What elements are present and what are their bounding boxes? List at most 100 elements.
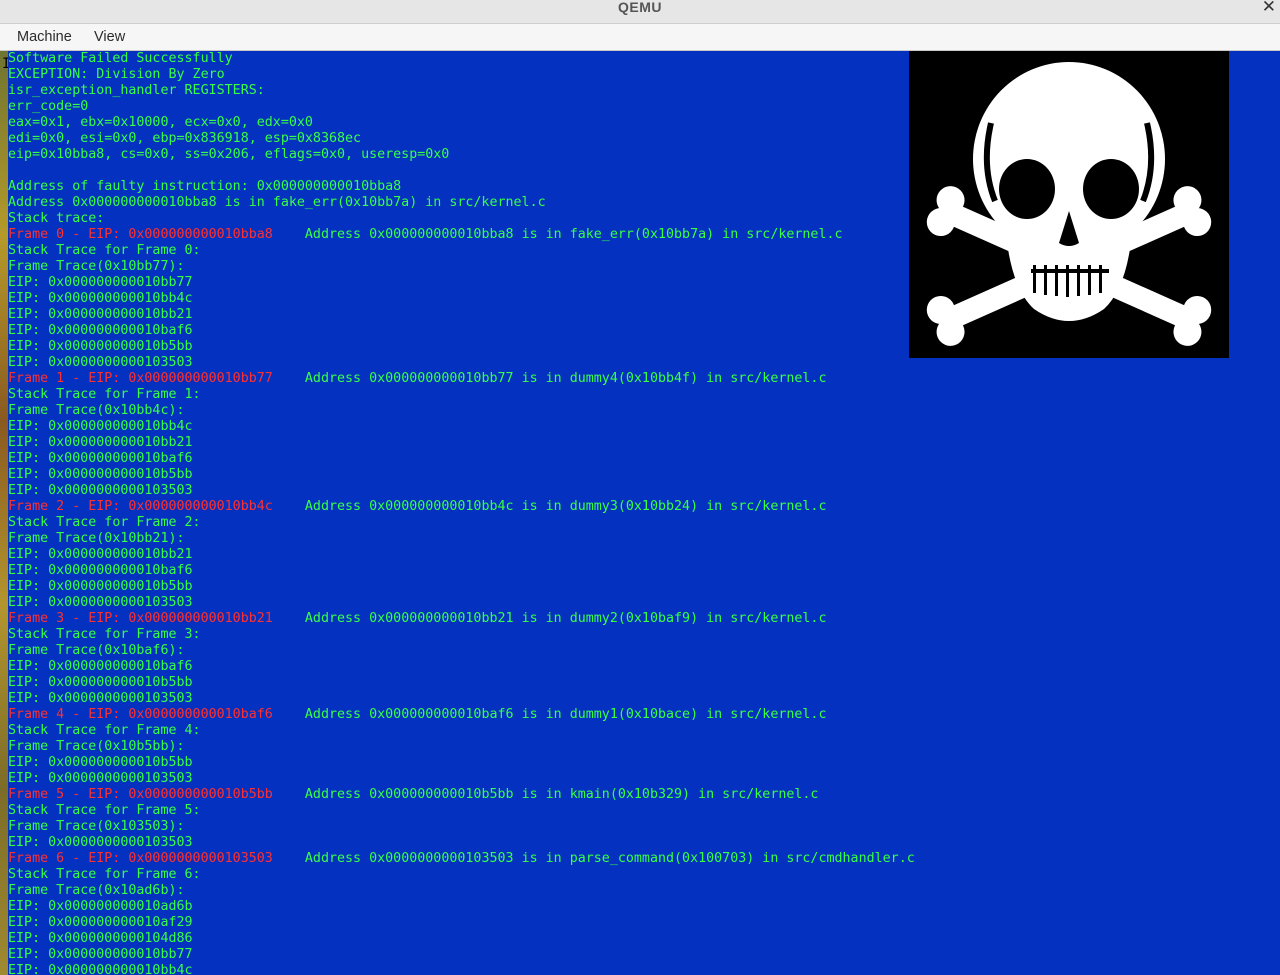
console-line: Stack Trace for Frame 1:	[8, 387, 915, 403]
console-text: Address 0x000000000010bba8 is in fake_er…	[8, 195, 546, 210]
console-text: EIP: 0x000000000010b5bb	[8, 467, 193, 482]
console-line: Frame Trace(0x10baf6):	[8, 643, 915, 659]
console-text: EXCEPTION: Division By Zero	[8, 67, 225, 82]
console-text: EIP: 0x000000000010bb77	[8, 947, 193, 962]
console-text: Stack Trace for Frame 5:	[8, 803, 201, 818]
console-line: Software Failed Successfully	[8, 51, 915, 67]
console-line: EIP: 0x000000000010bb77	[8, 947, 915, 963]
console-text: EIP: 0x000000000010baf6	[8, 451, 193, 466]
console-text: EIP: 0x000000000010bb21	[8, 435, 193, 450]
console-line: Frame Trace(0x10bb77):	[8, 259, 915, 275]
close-icon[interactable]: ✕	[1262, 0, 1276, 17]
console-text: Frame Trace(0x10b5bb):	[8, 739, 185, 754]
console-text: Stack Trace for Frame 0:	[8, 243, 201, 258]
menu-bar: Machine View	[0, 24, 1280, 51]
console-line: EXCEPTION: Division By Zero	[8, 67, 915, 83]
console-line: Stack Trace for Frame 2:	[8, 515, 915, 531]
console-line: EIP: 0x0000000000103503	[8, 771, 915, 787]
console-line: EIP: 0x000000000010bb21	[8, 307, 915, 323]
frame-line: Frame 0 - EIP: 0x000000000010bba8 Addres…	[8, 227, 915, 243]
console-line: EIP: 0x000000000010b5bb	[8, 579, 915, 595]
console-line: Stack Trace for Frame 5:	[8, 803, 915, 819]
console-line: EIP: 0x000000000010b5bb	[8, 755, 915, 771]
console-line: eax=0x1, ebx=0x10000, ecx=0x0, edx=0x0	[8, 115, 915, 131]
frame-line: Frame 6 - EIP: 0x0000000000103503 Addres…	[8, 851, 915, 867]
frame-line: Frame 4 - EIP: 0x000000000010baf6 Addres…	[8, 707, 915, 723]
console-text: EIP: 0x0000000000103503	[8, 771, 193, 786]
console-text: Frame Trace(0x10baf6):	[8, 643, 185, 658]
console-text: eax=0x1, ebx=0x10000, ecx=0x0, edx=0x0	[8, 115, 313, 130]
console-text: Stack Trace for Frame 4:	[8, 723, 201, 738]
console-text: EIP: 0x0000000000103503	[8, 595, 193, 610]
frame-address-text: Address 0x000000000010bb77 is in dummy4(…	[272, 371, 827, 386]
frame-eip-text: Frame 5 - EIP: 0x000000000010b5bb	[8, 787, 273, 802]
console-line: EIP: 0x0000000000103503	[8, 691, 915, 707]
guest-display[interactable]: Software Failed Successfully EXCEPTION: D…	[8, 51, 1280, 975]
console-text: Frame Trace(0x10ad6b):	[8, 883, 185, 898]
console-line: Stack Trace for Frame 0:	[8, 243, 915, 259]
console-line: EIP: 0x000000000010b5bb	[8, 339, 915, 355]
console-line: EIP: 0x000000000010bb4c	[8, 419, 915, 435]
console-text: Stack trace:	[8, 211, 105, 226]
window-titlebar[interactable]: QEMU ✕	[0, 0, 1280, 24]
console-text: Frame Trace(0x103503):	[8, 819, 185, 834]
console-text: EIP: 0x000000000010af29	[8, 915, 193, 930]
console-line: Stack Trace for Frame 4:	[8, 723, 915, 739]
console-line: Frame Trace(0x10bb4c):	[8, 403, 915, 419]
frame-address-text: Address 0x000000000010bb21 is in dummy2(…	[272, 611, 827, 626]
console-text: EIP: 0x000000000010bb77	[8, 275, 193, 290]
console-text: EIP: 0x000000000010b5bb	[8, 675, 193, 690]
console-line: err_code=0	[8, 99, 915, 115]
console-line: EIP: 0x000000000010baf6	[8, 451, 915, 467]
console-text: Frame Trace(0x10bb77):	[8, 259, 185, 274]
frame-address-text: Address 0x0000000000103503 is in parse_c…	[272, 851, 915, 866]
console-text: EIP: 0x000000000010bb4c	[8, 419, 193, 434]
console-line: Frame Trace(0x10b5bb):	[8, 739, 915, 755]
console-line: EIP: 0x0000000000103503	[8, 355, 915, 371]
console-text: EIP: 0x000000000010bb4c	[8, 963, 193, 975]
console-text: Frame Trace(0x10bb21):	[8, 531, 185, 546]
console-text: Frame Trace(0x10bb4c):	[8, 403, 185, 418]
frame-line: Frame 2 - EIP: 0x000000000010bb4c Addres…	[8, 499, 915, 515]
console-line: EIP: 0x0000000000103503	[8, 483, 915, 499]
console-text: EIP: 0x000000000010b5bb	[8, 339, 193, 354]
frame-eip-text: Frame 0 - EIP: 0x000000000010bba8	[8, 227, 273, 242]
console-text: EIP: 0x0000000000103503	[8, 355, 193, 370]
console-text: EIP: 0x000000000010bb4c	[8, 291, 193, 306]
menu-machine[interactable]: Machine	[17, 29, 72, 45]
frame-address-text: Address 0x000000000010bba8 is in fake_er…	[272, 227, 843, 242]
console-text: EIP: 0x000000000010bb21	[8, 307, 193, 322]
console-line: EIP: 0x0000000000104d86	[8, 931, 915, 947]
console-line: EIP: 0x000000000010baf6	[8, 323, 915, 339]
console-line: Frame Trace(0x10ad6b):	[8, 883, 915, 899]
console-text: EIP: 0x000000000010bb21	[8, 547, 193, 562]
console-line: Frame Trace(0x10bb21):	[8, 531, 915, 547]
frame-address-text: Address 0x000000000010b5bb is in kmain(0…	[272, 787, 819, 802]
frame-eip-text: Frame 2 - EIP: 0x000000000010bb4c	[8, 499, 273, 514]
console-text: Software Failed Successfully	[8, 51, 233, 66]
console-text: EIP: 0x000000000010baf6	[8, 323, 193, 338]
console-line: EIP: 0x000000000010baf6	[8, 563, 915, 579]
frame-line: Frame 1 - EIP: 0x000000000010bb77 Addres…	[8, 371, 915, 387]
console-text: EIP: 0x000000000010b5bb	[8, 755, 193, 770]
console-line: Frame Trace(0x103503):	[8, 819, 915, 835]
console-line: EIP: 0x000000000010af29	[8, 915, 915, 931]
console-text: EIP: 0x0000000000103503	[8, 483, 193, 498]
frame-line: Frame 3 - EIP: 0x000000000010bb21 Addres…	[8, 611, 915, 627]
console-text: EIP: 0x000000000010baf6	[8, 563, 193, 578]
console-text: EIP: 0x0000000000103503	[8, 835, 193, 850]
console-line: Address of faulty instruction: 0x0000000…	[8, 179, 915, 195]
menu-view[interactable]: View	[94, 29, 125, 45]
window-title: QEMU	[618, 0, 662, 15]
console-line: EIP: 0x000000000010bb4c	[8, 963, 915, 975]
frame-eip-text: Frame 4 - EIP: 0x000000000010baf6	[8, 707, 273, 722]
frame-address-text: Address 0x000000000010bb4c is in dummy3(…	[272, 499, 827, 514]
console-text: Stack Trace for Frame 2:	[8, 515, 201, 530]
console-line: Stack Trace for Frame 6:	[8, 867, 915, 883]
frame-line: Frame 5 - EIP: 0x000000000010b5bb Addres…	[8, 787, 915, 803]
console-text: Address of faulty instruction: 0x0000000…	[8, 179, 402, 194]
console-text: Stack Trace for Frame 1:	[8, 387, 201, 402]
console-text: EIP: 0x0000000000103503	[8, 691, 193, 706]
console-text: Stack Trace for Frame 3:	[8, 627, 201, 642]
